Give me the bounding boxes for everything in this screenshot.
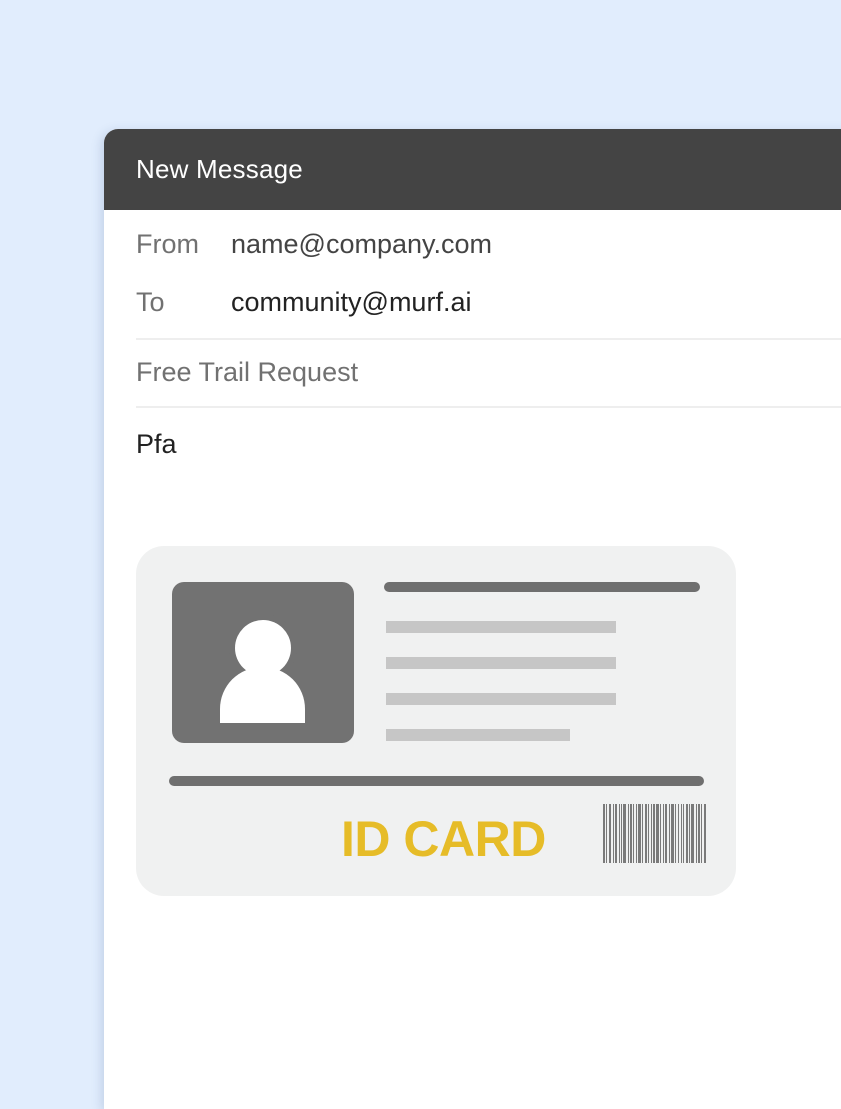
subject-field[interactable]: Free Trail Request (136, 357, 358, 388)
user-avatar-icon (172, 582, 354, 743)
from-row: From name@company.com (136, 229, 492, 260)
card-info-line (386, 621, 616, 633)
card-divider-line (169, 776, 704, 786)
card-name-line (384, 582, 700, 592)
id-card-attachment[interactable]: ID CARD (136, 546, 736, 896)
subject-divider (136, 406, 841, 408)
to-row: To community@murf.ai (136, 287, 471, 318)
to-field[interactable]: community@murf.ai (231, 287, 471, 318)
message-body[interactable]: Pfa (136, 429, 177, 460)
avatar-shoulders (220, 667, 305, 723)
window-title: New Message (136, 154, 303, 184)
barcode-icon (603, 804, 707, 863)
from-field[interactable]: name@company.com (231, 229, 492, 260)
compose-window: New Message From name@company.com To com… (104, 129, 841, 1109)
to-label: To (136, 287, 165, 317)
compose-titlebar: New Message (104, 129, 841, 210)
card-info-line (386, 729, 570, 741)
from-label: From (136, 229, 199, 259)
card-title: ID CARD (341, 811, 546, 867)
card-info-line (386, 657, 616, 669)
card-info-line (386, 693, 616, 705)
header-divider (136, 338, 841, 340)
